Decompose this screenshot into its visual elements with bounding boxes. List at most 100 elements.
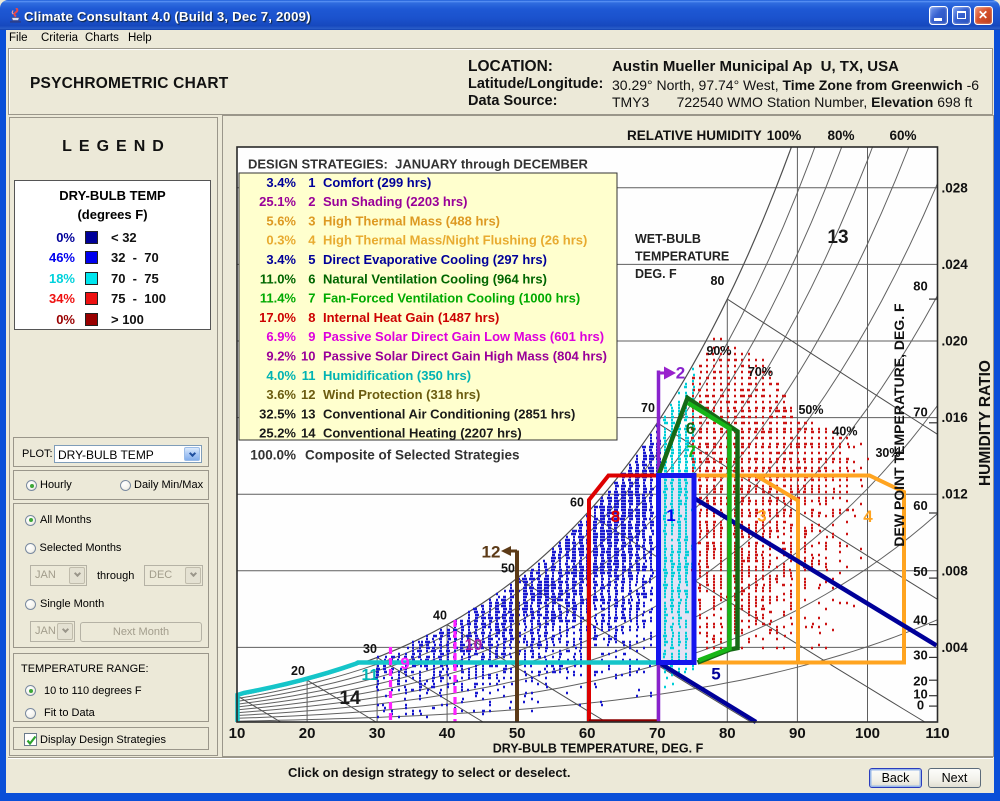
svg-text:DEG. F: DEG. F — [635, 267, 677, 281]
svg-text:50: 50 — [501, 562, 515, 576]
svg-text:1: 1 — [666, 506, 675, 525]
svg-text:.008: .008 — [942, 563, 969, 578]
svg-text:10: 10 — [301, 349, 315, 364]
svg-text:110: 110 — [925, 725, 949, 742]
svg-text:.028: .028 — [942, 180, 969, 195]
svg-text:17.0%: 17.0% — [259, 310, 296, 325]
svg-text:60: 60 — [913, 498, 927, 513]
svg-text:25.2%: 25.2% — [259, 426, 296, 441]
svg-text:6: 6 — [686, 419, 695, 438]
svg-text:DESIGN STRATEGIES: JANUARY th: DESIGN STRATEGIES: JANUARY through DECEM… — [248, 157, 589, 172]
svg-text:Passive Solar Direct Gain High: Passive Solar Direct Gain High Mass (804… — [323, 349, 607, 364]
svg-text:10: 10 — [465, 637, 483, 654]
svg-text:12: 12 — [301, 387, 315, 402]
svg-text:6.9%: 6.9% — [266, 329, 296, 344]
svg-text:9: 9 — [308, 329, 315, 344]
svg-text:100%: 100% — [767, 128, 802, 143]
svg-text:32.5%: 32.5% — [259, 406, 296, 421]
svg-text:DRY-BULB TEMPERATURE, DEG. F: DRY-BULB TEMPERATURE, DEG. F — [493, 742, 704, 756]
svg-text:5: 5 — [308, 252, 315, 267]
svg-text:3.6%: 3.6% — [266, 387, 296, 402]
svg-text:5: 5 — [711, 665, 720, 684]
svg-text:40: 40 — [439, 725, 456, 742]
svg-text:6: 6 — [308, 271, 315, 286]
svg-text:Direct Evaporative Cooling (29: Direct Evaporative Cooling (297 hrs) — [323, 252, 547, 267]
svg-text:TEMPERATURE: TEMPERATURE — [635, 250, 729, 264]
svg-text:14: 14 — [339, 688, 361, 709]
svg-text:40: 40 — [913, 613, 927, 628]
svg-text:100.0%: 100.0% — [250, 448, 296, 463]
svg-text:60%: 60% — [889, 128, 916, 143]
svg-text:9: 9 — [400, 654, 409, 673]
svg-text:Fan-Forced Ventilation Cooling: Fan-Forced Ventilation Cooling (1000 hrs… — [323, 291, 580, 306]
svg-text:Conventional Heating (2207 hrs: Conventional Heating (2207 hrs) — [323, 426, 522, 441]
svg-text:DEW POINT TEMPERATURE, DEG. F: DEW POINT TEMPERATURE, DEG. F — [891, 303, 907, 547]
svg-text:Sun Shading (2203 hrs): Sun Shading (2203 hrs) — [323, 194, 467, 209]
svg-text:90: 90 — [789, 725, 806, 742]
svg-text:20: 20 — [299, 725, 316, 742]
svg-text:.016: .016 — [942, 410, 969, 425]
svg-text:11: 11 — [362, 667, 379, 684]
svg-text:13: 13 — [827, 227, 848, 248]
svg-text:14: 14 — [301, 426, 316, 441]
svg-text:50: 50 — [913, 564, 927, 579]
svg-text:4.0%: 4.0% — [266, 368, 296, 383]
svg-text:0.3%: 0.3% — [266, 233, 296, 248]
svg-text:High Thermal Mass/Night Flushi: High Thermal Mass/Night Flushing (26 hrs… — [323, 233, 587, 248]
svg-text:.012: .012 — [942, 487, 968, 502]
svg-text:80: 80 — [719, 725, 736, 742]
svg-text:80: 80 — [711, 274, 725, 288]
svg-text:Humidification (350 hrs): Humidification (350 hrs) — [323, 368, 471, 383]
svg-text:Natural Ventilation Cooling (9: Natural Ventilation Cooling (964 hrs) — [323, 271, 547, 286]
svg-text:2: 2 — [308, 194, 315, 209]
svg-text:70: 70 — [649, 725, 666, 742]
svg-text:8: 8 — [308, 310, 315, 325]
svg-text:50: 50 — [509, 725, 526, 742]
svg-text:30: 30 — [369, 725, 386, 742]
svg-text:WET-BULB: WET-BULB — [635, 232, 701, 246]
svg-text:30: 30 — [913, 648, 927, 663]
svg-text:4: 4 — [308, 233, 316, 248]
svg-text:70: 70 — [641, 401, 655, 415]
svg-text:3.4%: 3.4% — [266, 175, 296, 190]
svg-text:13: 13 — [301, 406, 315, 421]
svg-text:7: 7 — [687, 442, 696, 461]
svg-text:4: 4 — [863, 507, 873, 526]
svg-text:8: 8 — [611, 507, 620, 526]
svg-text:Internal Heat Gain (1487 hrs): Internal Heat Gain (1487 hrs) — [323, 310, 499, 325]
svg-text:3: 3 — [308, 213, 315, 228]
svg-text:10: 10 — [229, 725, 246, 742]
svg-text:1: 1 — [308, 175, 315, 190]
svg-text:Passive Solar Direct Gain Low: Passive Solar Direct Gain Low Mass (601 … — [323, 329, 604, 344]
svg-text:7: 7 — [308, 291, 315, 306]
svg-text:.004: .004 — [942, 640, 969, 655]
svg-text:11: 11 — [302, 368, 316, 383]
svg-text:80: 80 — [913, 279, 927, 294]
svg-text:50%: 50% — [798, 403, 823, 417]
svg-text:5.6%: 5.6% — [266, 213, 296, 228]
svg-text:0: 0 — [917, 698, 924, 713]
svg-text:Conventional Air Conditioning: Conventional Air Conditioning (2851 hrs) — [323, 406, 575, 421]
svg-text:11.0%: 11.0% — [260, 271, 297, 286]
svg-text:3: 3 — [757, 507, 766, 526]
svg-text:70: 70 — [913, 405, 927, 420]
svg-text:90%: 90% — [706, 344, 731, 358]
svg-text:Composite of Selected Strategi: Composite of Selected Strategies — [305, 448, 520, 463]
svg-text:60: 60 — [570, 496, 584, 510]
svg-text:RELATIVE HUMIDITY: RELATIVE HUMIDITY — [627, 128, 762, 143]
svg-text:30: 30 — [363, 642, 377, 656]
svg-text:11.4%: 11.4% — [260, 291, 297, 306]
svg-text:9.2%: 9.2% — [266, 349, 296, 364]
svg-text:20: 20 — [291, 664, 305, 678]
svg-text:High Thermal Mass (488 hrs): High Thermal Mass (488 hrs) — [323, 213, 500, 228]
svg-text:40: 40 — [433, 609, 447, 623]
svg-text:.024: .024 — [942, 257, 969, 272]
svg-text:12: 12 — [482, 543, 501, 562]
svg-text:.020: .020 — [942, 334, 968, 349]
svg-text:60: 60 — [579, 725, 596, 742]
svg-text:80%: 80% — [827, 128, 854, 143]
svg-text:70%: 70% — [748, 365, 773, 379]
svg-text:Comfort (299 hrs): Comfort (299 hrs) — [323, 175, 431, 190]
svg-text:2: 2 — [676, 364, 685, 383]
svg-text:HUMIDITY RATIO: HUMIDITY RATIO — [977, 360, 993, 486]
